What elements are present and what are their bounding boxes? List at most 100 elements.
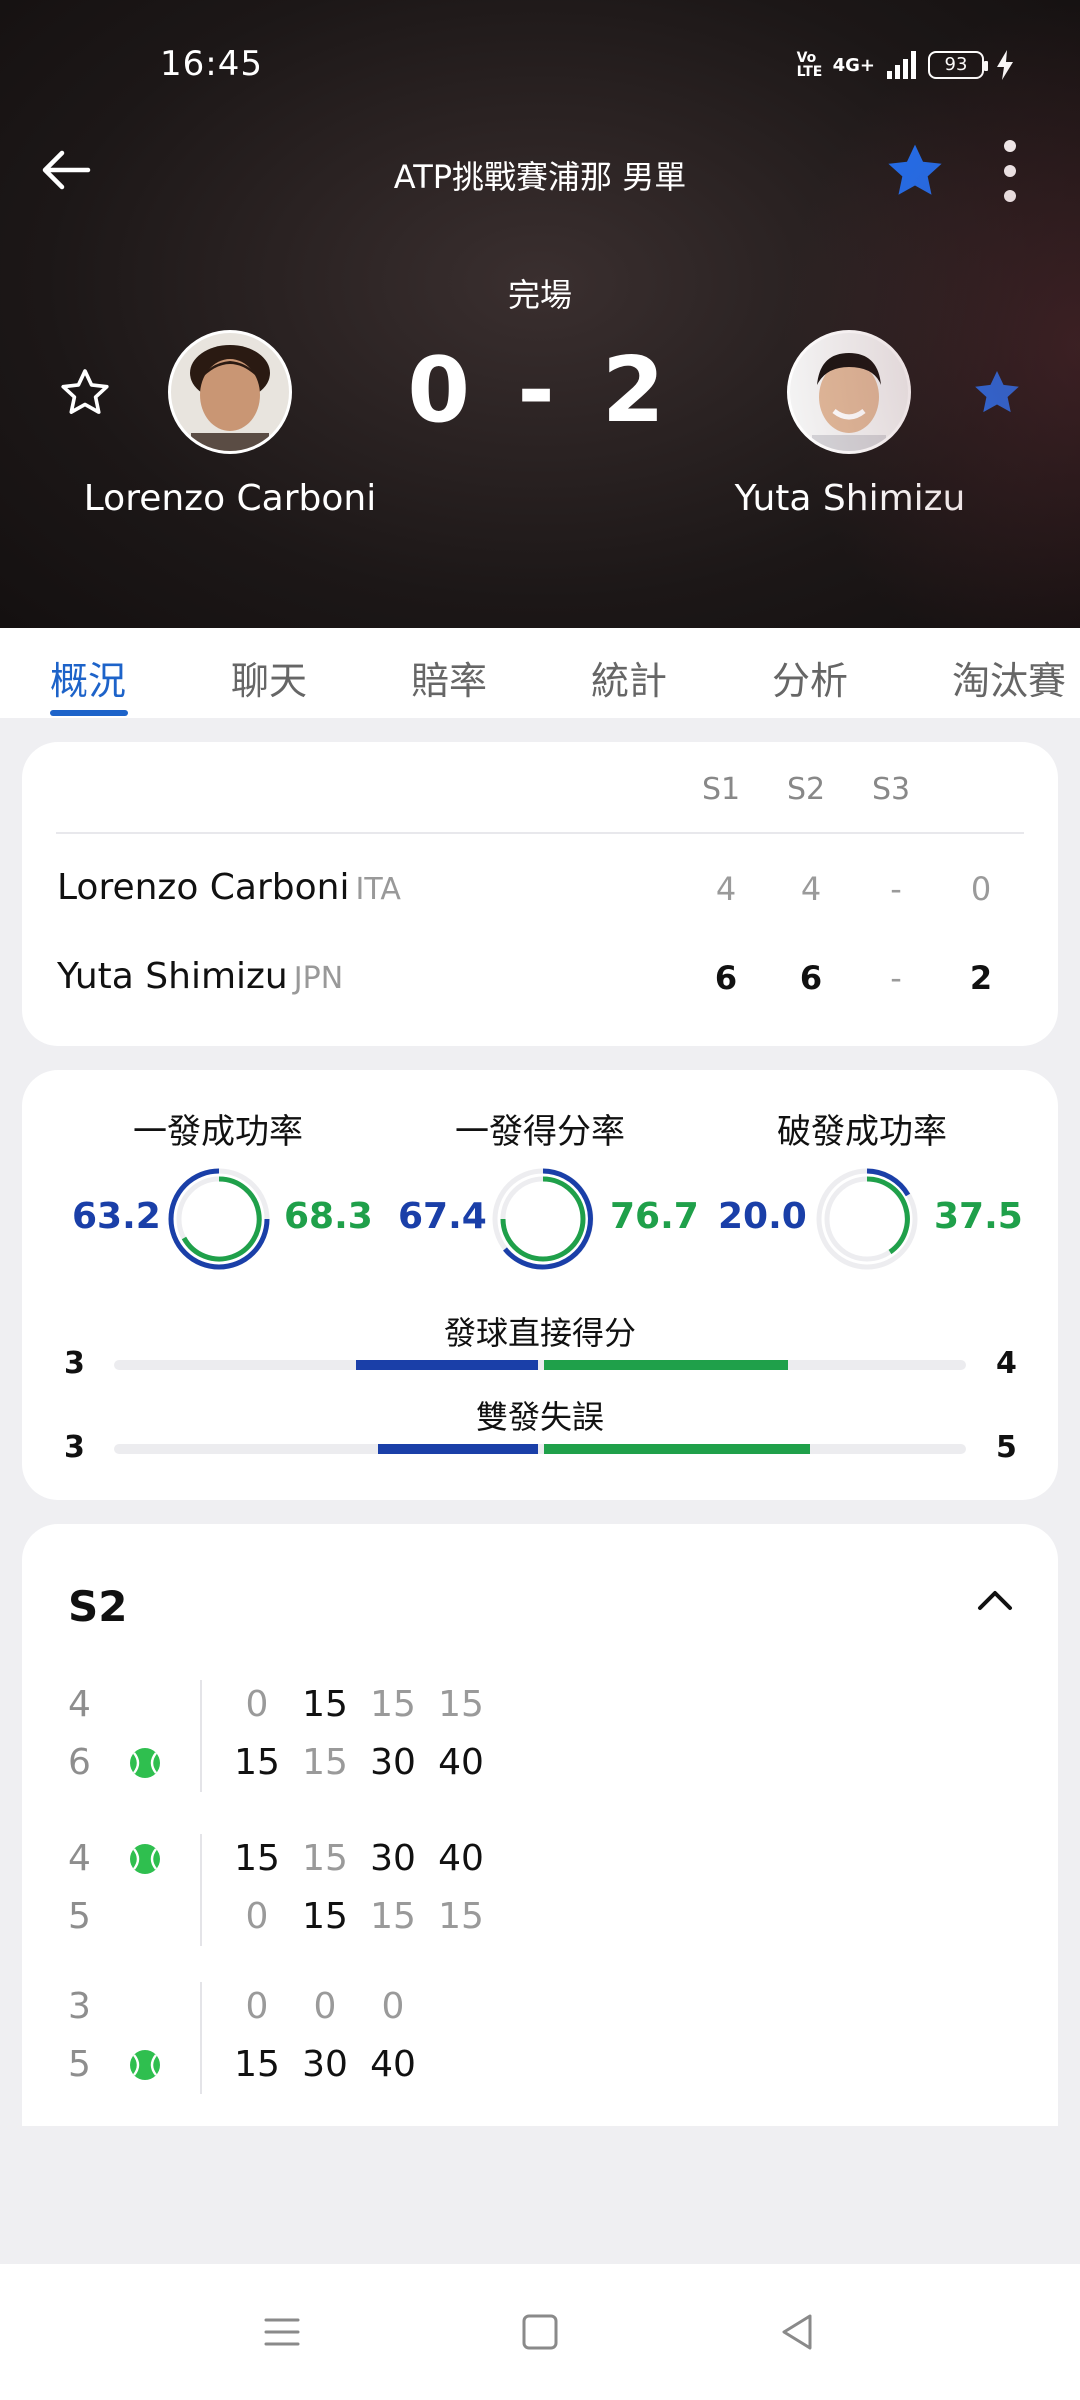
point-score: 0 [381, 1986, 405, 2027]
stat-left-value: 67.4 [398, 1196, 487, 1237]
player-name: Lorenzo Carboni [57, 867, 350, 908]
point-score: 15 [370, 1684, 416, 1725]
stat-title: 破發成功率 [777, 1112, 947, 1152]
tab-odds[interactable]: 賠率 [411, 650, 487, 705]
menu-icon[interactable] [258, 2308, 306, 2356]
game-row: 5 0 15 15 15 [22, 1896, 1058, 1946]
signal-icon [887, 51, 916, 79]
point-score: 15 [438, 1896, 484, 1937]
point-score: 15 [370, 1896, 416, 1937]
favorite-star-icon[interactable] [884, 140, 946, 202]
home-icon[interactable] [516, 2308, 564, 2356]
game-row: 3 0 0 0 [22, 1986, 1058, 2036]
bar-track [114, 1360, 966, 1370]
page-title: ATP挑戰賽浦那 男單 [393, 158, 687, 196]
stat-title: 一發得分率 [455, 1112, 625, 1152]
bar-left-fill [356, 1360, 538, 1370]
set-header-s3: S3 [872, 772, 911, 807]
bar-right-fill [544, 1360, 788, 1370]
score-row-player-left[interactable]: Lorenzo Carboni ITA [57, 867, 401, 908]
point-score: 15 [302, 1838, 348, 1879]
status-icons: Vo LTE 4G+ 93 [797, 50, 1014, 80]
point-score: 30 [302, 2044, 348, 2085]
bar-stat-title: 發球直接得分 [443, 1314, 636, 1352]
volte-icon: Vo LTE [796, 50, 823, 80]
player-right-name[interactable]: Yuta Shimizu [640, 478, 1060, 519]
bar-left-value: 3 [64, 1430, 85, 1465]
point-score: 15 [302, 1742, 348, 1783]
point-score: 15 [302, 1684, 348, 1725]
tab-analysis[interactable]: 分析 [772, 650, 848, 705]
divider [56, 832, 1024, 834]
game-count: 6 [68, 1742, 91, 1783]
game-row: 4 0 15 15 15 [22, 1684, 1058, 1734]
game-row: 6 15 15 30 40 [22, 1742, 1058, 1792]
match-header: 16:45 Vo LTE 4G+ 93 ATP挑戰賽浦那 男單 完場 0 - 2 [0, 0, 1080, 628]
point-score: 15 [302, 1896, 348, 1937]
point-score: 15 [234, 1742, 280, 1783]
point-score: 0 [313, 1986, 337, 2027]
follow-player-right-star-icon[interactable] [970, 366, 1024, 420]
more-options-icon[interactable] [995, 140, 1025, 202]
player-name: Yuta Shimizu [57, 956, 288, 997]
point-score: 0 [245, 1896, 269, 1937]
country-code: JPN [293, 961, 344, 996]
system-nav-bar [0, 2264, 1080, 2400]
tab-bar: 概況 聊天 賠率 統計 分析 淘汰賽 [0, 628, 1080, 718]
point-score: 40 [370, 2044, 416, 2085]
network-label: 4G+ [832, 54, 875, 76]
game-count: 5 [68, 1896, 91, 1937]
stat-right-value: 37.5 [934, 1196, 1023, 1237]
stat-right-value: 68.3 [284, 1196, 373, 1237]
serving-ball-icon [130, 2050, 160, 2080]
game-count: 5 [68, 2044, 91, 2085]
stat-left-value: 20.0 [718, 1196, 807, 1237]
game-count: 4 [68, 1838, 91, 1879]
bar-right-value: 4 [996, 1346, 1017, 1381]
status-time: 16:45 [160, 44, 263, 84]
country-code: ITA [355, 872, 401, 907]
stat-ring-chart [492, 1168, 594, 1270]
tab-overview[interactable]: 概況 [50, 650, 126, 705]
serving-ball-icon [130, 1844, 160, 1874]
stat-ring-chart [816, 1168, 918, 1270]
key-stats-card: 一發成功率 63.2 68.3 一發得分率 67.4 76.7 破發成功率 20… [22, 1070, 1058, 1500]
game-row: 5 15 30 40 [22, 2044, 1058, 2094]
bar-right-value: 5 [996, 1430, 1017, 1465]
set-score: - [890, 959, 902, 997]
set-detail-card: S2 4 0 15 15 15 6 15 15 30 40 4 15 15 30 40 5 0 15 15 15 3 0 0… [22, 1524, 1058, 2126]
point-score: 0 [245, 1986, 269, 2027]
game-count: 4 [68, 1684, 91, 1725]
stat-ring-chart [168, 1168, 270, 1270]
player-right-avatar[interactable] [787, 330, 911, 454]
chevron-up-icon[interactable] [970, 1580, 1020, 1620]
match-score: 0 - 2 [407, 338, 673, 443]
set-header-s1: S1 [702, 772, 741, 807]
point-score: 30 [370, 1742, 416, 1783]
set-score: 4 [715, 870, 737, 908]
tab-chat[interactable]: 聊天 [231, 650, 307, 705]
set-score: - [890, 870, 902, 908]
score-row-player-right[interactable]: Yuta Shimizu JPN [57, 956, 343, 997]
tab-knockout[interactable]: 淘汰賽 [952, 650, 1066, 705]
bar-left-value: 3 [64, 1346, 85, 1381]
point-score: 40 [438, 1742, 484, 1783]
set-score: 4 [800, 870, 822, 908]
player-left-name[interactable]: Lorenzo Carboni [20, 478, 440, 519]
match-status: 完場 [507, 276, 572, 314]
charging-icon [997, 50, 1013, 80]
battery-icon: 93 [928, 51, 988, 79]
back-icon[interactable] [774, 2308, 822, 2356]
bar-track [114, 1444, 966, 1454]
set-detail-title: S2 [68, 1582, 128, 1631]
sets-total: 0 [970, 870, 992, 908]
bar-left-fill [378, 1444, 538, 1454]
point-score: 15 [438, 1684, 484, 1725]
sets-total: 2 [969, 959, 993, 997]
point-score: 15 [234, 2044, 280, 2085]
stat-right-value: 76.7 [610, 1196, 699, 1237]
tab-stats[interactable]: 統計 [591, 650, 667, 705]
active-tab-indicator [50, 710, 128, 716]
bar-right-fill [544, 1444, 810, 1454]
game-count: 3 [68, 1986, 91, 2027]
